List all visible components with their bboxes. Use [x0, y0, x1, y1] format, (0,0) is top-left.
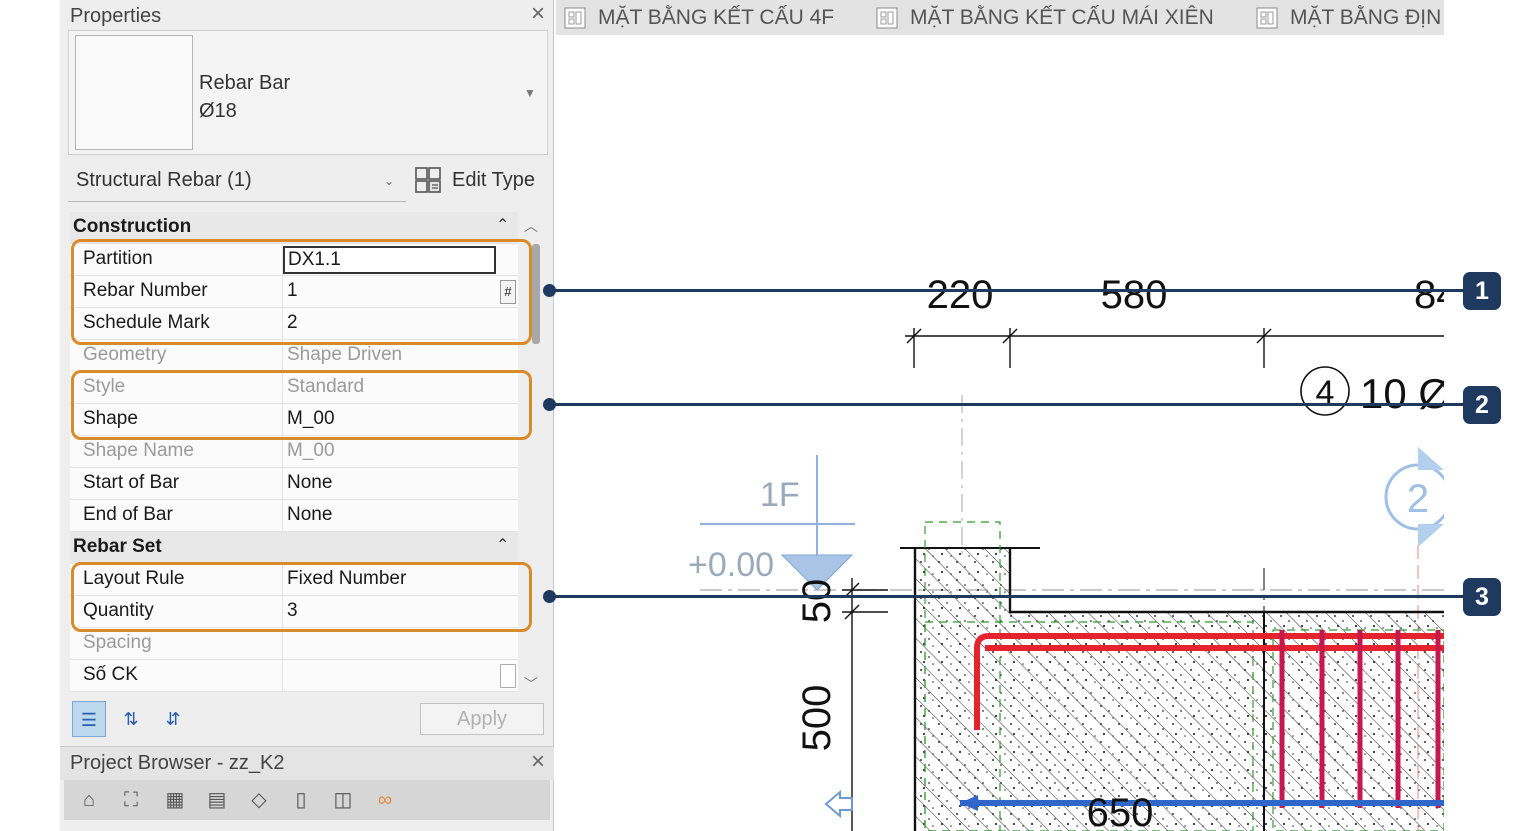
property-row-so-ck[interactable]: Số CK [70, 660, 518, 692]
dimension-text: 500 [795, 685, 839, 752]
floor-plan-icon [564, 7, 586, 29]
callout-line-1 [549, 289, 1465, 292]
floor-plan-icon [876, 7, 898, 29]
chevron-down-icon: ⌄ [384, 174, 395, 188]
callout-badge-2: 2 [1463, 386, 1501, 424]
property-label: Start of Bar [83, 472, 180, 493]
view-tab-label: MẶT BẰNG ĐỊN [1290, 6, 1442, 29]
rebar-tag-text: 10 Ø [1360, 370, 1444, 417]
floor-plan-icon [1256, 7, 1278, 29]
section-drawing[interactable]: 220 580 84 4 10 Ø 1F +0.00 2 [556, 35, 1444, 831]
group-name: Rebar Set [73, 536, 162, 557]
edit-type-button[interactable]: Edit Type [412, 164, 540, 198]
family-icon[interactable]: ◫ [328, 785, 358, 815]
property-label: Geometry [83, 344, 167, 365]
dimension-text: 650 [1087, 791, 1154, 831]
properties-title: Properties [70, 5, 162, 27]
dimension-text: 84 [1414, 273, 1444, 317]
property-label: Shape Name [83, 440, 194, 461]
type-selector[interactable]: Rebar Bar Ø18 ▼ [68, 30, 548, 155]
edit-type-icon [415, 167, 441, 193]
drawing-canvas[interactable]: 220 580 84 4 10 Ø 1F +0.00 2 [556, 35, 1444, 831]
edit-type-label: Edit Type [452, 169, 536, 191]
instance-filter-dropdown[interactable]: Structural Rebar (1) ⌄ [68, 162, 406, 202]
type-preview-image [75, 35, 193, 150]
rebar-tag[interactable]: 4 10 Ø [1300, 366, 1444, 417]
property-row-spacing: Spacing [70, 628, 518, 660]
group-name: Construction [73, 216, 192, 237]
scroll-down-icon[interactable]: ﹀ [524, 674, 538, 694]
link-icon[interactable]: ∞ [370, 785, 400, 815]
property-label: Số CK [83, 664, 138, 685]
view-tab-label: MẶT BẰNG KẾT CẤU 4F [598, 6, 835, 29]
callout-dot-2 [543, 398, 556, 411]
level-marker[interactable]: 1F +0.00 [688, 455, 855, 591]
dimension-chain-vertical[interactable]: 50 500 [795, 578, 888, 831]
sheet-icon[interactable]: ▯ [286, 785, 316, 815]
dimension-chain-top[interactable]: 220 580 84 [905, 273, 1444, 368]
sort-descending-icon[interactable]: ⇵ [156, 701, 190, 737]
table-icon[interactable]: ▤ [202, 785, 232, 815]
level-elevation: +0.00 [688, 546, 774, 584]
type-name: Rebar Bar Ø18 [199, 69, 290, 125]
property-label: End of Bar [83, 504, 173, 525]
callout-dot-3 [543, 590, 556, 603]
type-family-label: Rebar Bar [199, 72, 291, 94]
checkbox[interactable] [500, 664, 516, 688]
callout-badge-1: 1 [1463, 272, 1501, 310]
property-value: M_00 [287, 440, 335, 461]
project-browser-toolbar: ⌂ ⛶ ▦ ▤ ◇ ▯ ◫ ∞ [64, 780, 550, 820]
highlight-box-2 [71, 370, 532, 440]
scroll-thumb[interactable] [532, 244, 540, 344]
zoom-fit-icon[interactable]: ⛶ [116, 785, 146, 815]
callout-line-3 [549, 595, 1465, 598]
view-tab-label: MẶT BẰNG KẾT CẤU MÁI XIÊN [910, 6, 1214, 29]
property-row-end-of-bar[interactable]: End of Bar None [70, 500, 518, 532]
dimension-text: 580 [1101, 273, 1168, 317]
project-browser-title: Project Browser - zz_K2 [70, 752, 285, 774]
type-dropdown-icon[interactable]: ▼ [524, 86, 536, 100]
instance-filter-label: Structural Rebar (1) [76, 169, 252, 191]
tag-icon[interactable]: ◇ [244, 785, 274, 815]
categorized-view-icon[interactable]: ☰ [72, 701, 106, 737]
callout-badge-3: 3 [1463, 578, 1501, 616]
rebar-tag-number: 4 [1316, 374, 1335, 412]
collapse-icon[interactable]: ⌃ [496, 215, 509, 235]
type-size-label: Ø18 [199, 100, 237, 122]
property-value[interactable]: None [287, 472, 332, 494]
property-row-start-of-bar[interactable]: Start of Bar None [70, 468, 518, 500]
dimension-text: 50 [795, 579, 839, 624]
property-label: Spacing [83, 632, 152, 653]
scroll-up-icon[interactable]: ︿ [524, 216, 538, 236]
property-row-shape-name: Shape Name M_00 [70, 436, 518, 468]
level-name: 1F [760, 476, 800, 514]
schedule-icon[interactable]: ▦ [160, 785, 190, 815]
property-value: Shape Driven [287, 344, 403, 365]
section-marker[interactable]: 2 [1384, 447, 1444, 547]
close-properties-icon[interactable]: × [527, 2, 549, 26]
callout-dot-1 [543, 284, 556, 297]
highlight-box-3 [71, 562, 532, 632]
project-browser-header: Project Browser - zz_K2 × [60, 746, 554, 780]
dimension-text: 220 [927, 273, 994, 317]
sort-ascending-icon[interactable]: ⇅ [114, 701, 148, 737]
section-tag-number: 2 [1407, 477, 1429, 521]
properties-panel: Properties × Rebar Bar Ø18 ▼ Structural … [60, 0, 554, 831]
highlight-box-1 [71, 239, 532, 345]
callout-line-2 [549, 403, 1465, 406]
properties-toolbar: ☰ ⇅ ⇵ Apply [70, 697, 548, 743]
section-arrow-icon[interactable] [824, 789, 853, 819]
property-value[interactable]: None [287, 504, 332, 526]
view-tabbar: MẶT BẰNG KẾT CẤU 4F MẶT BẰNG KẾT CẤU MÁI… [556, 0, 1444, 35]
close-browser-icon[interactable]: × [527, 750, 549, 774]
home-icon[interactable]: ⌂ [74, 785, 104, 815]
group-header-rebar-set[interactable]: Rebar Set ⌃ [70, 532, 518, 564]
apply-button[interactable]: Apply [420, 703, 544, 735]
collapse-icon[interactable]: ⌃ [496, 535, 509, 555]
